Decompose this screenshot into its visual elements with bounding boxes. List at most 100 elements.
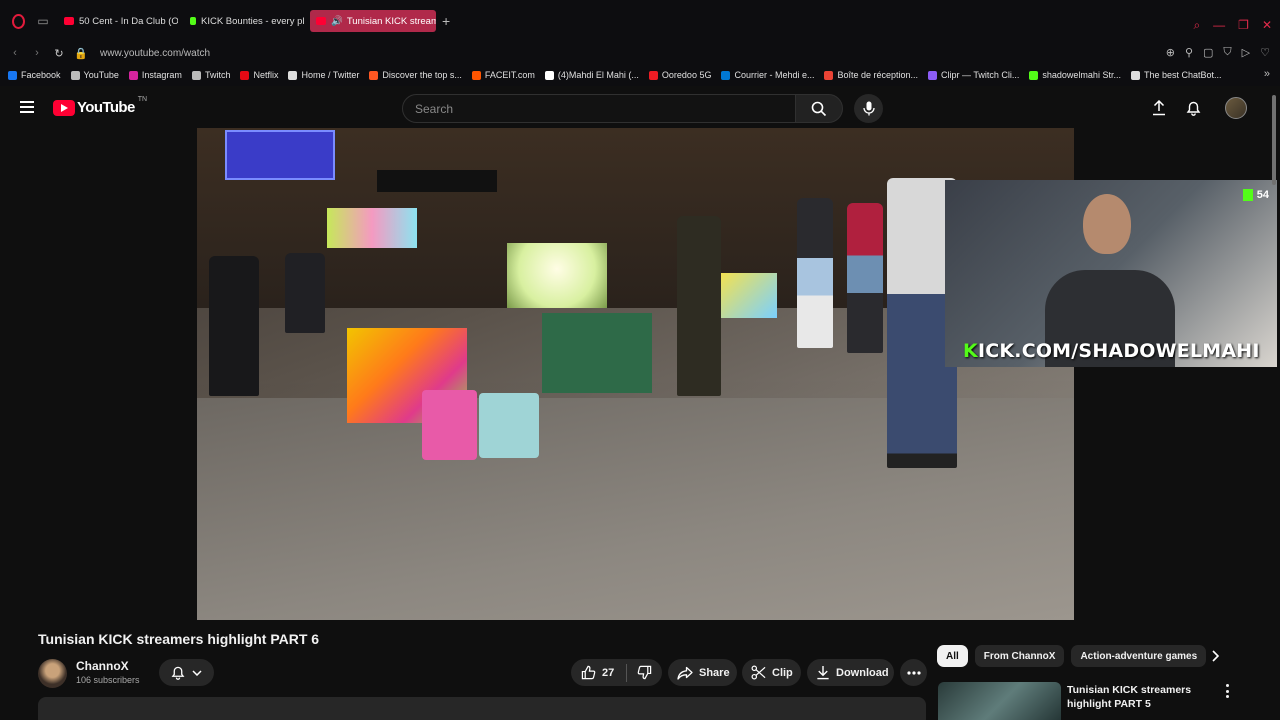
description-box[interactable] xyxy=(38,697,926,720)
bookmark-item[interactable]: FACEIT.com xyxy=(471,70,535,80)
viewer-count-badge: 54 xyxy=(1242,189,1269,201)
kick-url-prefix: K xyxy=(963,340,978,362)
upload-button[interactable] xyxy=(1149,98,1169,118)
bookmark-item[interactable]: Home / Twitter xyxy=(288,70,359,80)
youtube-logo[interactable]: YouTube TN xyxy=(53,96,147,116)
recommendation-title[interactable]: Tunisian KICK streamers highlight PART 5 xyxy=(1067,683,1207,711)
restore-button[interactable]: ❐ xyxy=(1238,18,1249,33)
bookmark-item[interactable]: Facebook xyxy=(8,70,61,80)
bookmark-item[interactable]: Discover the top s... xyxy=(369,70,462,80)
channel-name[interactable]: ChannoX xyxy=(76,659,129,673)
bookmark-item[interactable]: Boîte de réception... xyxy=(824,70,918,80)
kick-logo-icon xyxy=(1242,189,1253,201)
dislike-icon[interactable] xyxy=(637,665,652,680)
reload-icon[interactable]: ↻ xyxy=(52,47,66,60)
heart-icon[interactable]: ♡ xyxy=(1260,46,1270,59)
bookmark-item[interactable]: (4)Mahdi El Mahi (... xyxy=(544,70,639,80)
bookmark-favicon-icon xyxy=(8,70,17,80)
notifications-button[interactable] xyxy=(1183,98,1203,118)
zoom-icon[interactable]: ⊕ xyxy=(1166,46,1175,59)
bookmark-favicon-icon xyxy=(288,70,298,80)
chips-next-button[interactable] xyxy=(1206,647,1224,665)
youtube-header: YouTube TN xyxy=(0,86,1280,130)
recommendation-thumbnail[interactable] xyxy=(938,682,1061,720)
kick-url-rest: ICK.COM/SHADOWELMAHI xyxy=(977,340,1260,362)
bookmark-item[interactable]: YouTube xyxy=(70,70,119,80)
video-frame xyxy=(197,128,1074,620)
url-field[interactable]: www.youtube.com/watch xyxy=(100,48,210,59)
like-icon[interactable] xyxy=(581,665,596,680)
search-button[interactable] xyxy=(795,94,843,123)
walking-person xyxy=(677,216,721,396)
address-bar: ‹ › ↻ 🔒 www.youtube.com/watch ⊕ ⚲ ▢ ⛉ ▷ … xyxy=(0,42,1280,64)
search-icon xyxy=(811,101,827,116)
bookmark-item[interactable]: Courrier - Mehdi e... xyxy=(721,70,814,80)
player-icon[interactable]: ▷ xyxy=(1242,46,1250,59)
bookmark-item[interactable]: Twitch xyxy=(191,70,231,80)
bookmark-item[interactable]: Instagram xyxy=(128,70,182,80)
bookmark-item[interactable]: Ooredoo 5G xyxy=(648,70,711,80)
back-icon[interactable]: ‹ xyxy=(8,47,22,59)
search-tabs-icon[interactable]: ⌕ xyxy=(1193,18,1200,33)
rainbow-sign xyxy=(377,170,497,192)
bookmark-label: YouTube xyxy=(83,70,119,80)
viewer-count: 54 xyxy=(1256,189,1269,201)
chevron-right-icon xyxy=(1211,650,1219,662)
blue-stool xyxy=(479,393,539,458)
filter-chips: All From ChannoX Action-adventure games xyxy=(937,645,1207,667)
bookmark-favicon-icon xyxy=(128,70,138,80)
tab-label: Tunisian KICK streame xyxy=(346,15,436,27)
bookmark-item[interactable]: Clipr — Twitch Cli... xyxy=(928,70,1019,80)
video-player[interactable] xyxy=(197,128,1074,620)
new-tab-button[interactable]: + xyxy=(442,13,450,29)
shield-icon[interactable]: ⛉ xyxy=(1223,46,1231,59)
channel-avatar[interactable] xyxy=(38,659,67,688)
vendor-person xyxy=(285,253,325,333)
pin-icon[interactable]: ⚲ xyxy=(1185,46,1193,59)
bookmark-favicon-icon xyxy=(721,70,731,80)
chip-all[interactable]: All xyxy=(937,645,968,667)
clip-button[interactable]: Clip xyxy=(742,659,801,686)
browser-tab-bar: ▭ 50 Cent - In Da Club (Offic KICK Bount… xyxy=(0,0,1280,42)
snapshot-icon[interactable]: ▢ xyxy=(1203,46,1213,59)
bookmarks-overflow-icon[interactable]: » xyxy=(1264,68,1270,80)
menu-icon[interactable] xyxy=(20,101,34,113)
youtube-favicon-icon xyxy=(64,17,74,25)
recommendation-menu-icon[interactable] xyxy=(1222,684,1232,698)
tab-50-cent[interactable]: 50 Cent - In Da Club (Offic xyxy=(58,10,178,32)
vendor-person xyxy=(209,256,259,396)
tab-tunisian-kick-active[interactable]: 🔊 Tunisian KICK streame xyxy=(310,10,436,32)
share-label: Share xyxy=(699,666,730,679)
bookmark-favicon-icon xyxy=(70,70,80,80)
bookmark-item[interactable]: shadowelmahi Str... xyxy=(1029,70,1121,80)
forward-icon[interactable]: › xyxy=(30,47,44,59)
close-button[interactable]: ✕ xyxy=(1262,18,1272,33)
account-avatar[interactable] xyxy=(1225,97,1247,119)
bookmark-label: Twitch xyxy=(204,70,231,80)
chip-action-adventure-games[interactable]: Action-adventure games xyxy=(1071,645,1207,667)
bookmark-item[interactable]: The best ChatBot... xyxy=(1130,70,1222,80)
bookmark-label: Clipr — Twitch Cli... xyxy=(941,70,1020,80)
tab-island-icon[interactable]: ▭ xyxy=(34,12,52,30)
bookmark-item[interactable]: Netflix xyxy=(240,70,278,80)
page-scrollbar[interactable] xyxy=(1272,95,1276,185)
like-count[interactable]: 27 xyxy=(602,667,614,679)
opera-logo-icon[interactable] xyxy=(5,8,31,34)
youtube-play-icon xyxy=(53,99,75,116)
tab-kick-bounties[interactable]: KICK Bounties - every pla xyxy=(184,10,304,32)
streamer-face xyxy=(1083,194,1131,254)
more-actions-button[interactable] xyxy=(900,659,927,686)
minimize-button[interactable]: — xyxy=(1213,18,1225,33)
bookmark-favicon-icon xyxy=(471,70,481,80)
exchange-sign xyxy=(225,130,335,180)
chip-from-channox[interactable]: From ChannoX xyxy=(974,645,1065,667)
share-button[interactable]: Share xyxy=(668,659,737,686)
voice-search-button[interactable] xyxy=(854,94,883,123)
subscription-bell-button[interactable] xyxy=(159,659,214,686)
food-cart xyxy=(542,313,652,393)
download-button[interactable]: Download xyxy=(807,659,894,686)
speaker-icon[interactable]: 🔊 xyxy=(331,16,343,27)
search-input[interactable] xyxy=(403,95,795,122)
bookmark-label: Instagram xyxy=(141,70,182,80)
bookmark-favicon-icon xyxy=(544,70,554,80)
